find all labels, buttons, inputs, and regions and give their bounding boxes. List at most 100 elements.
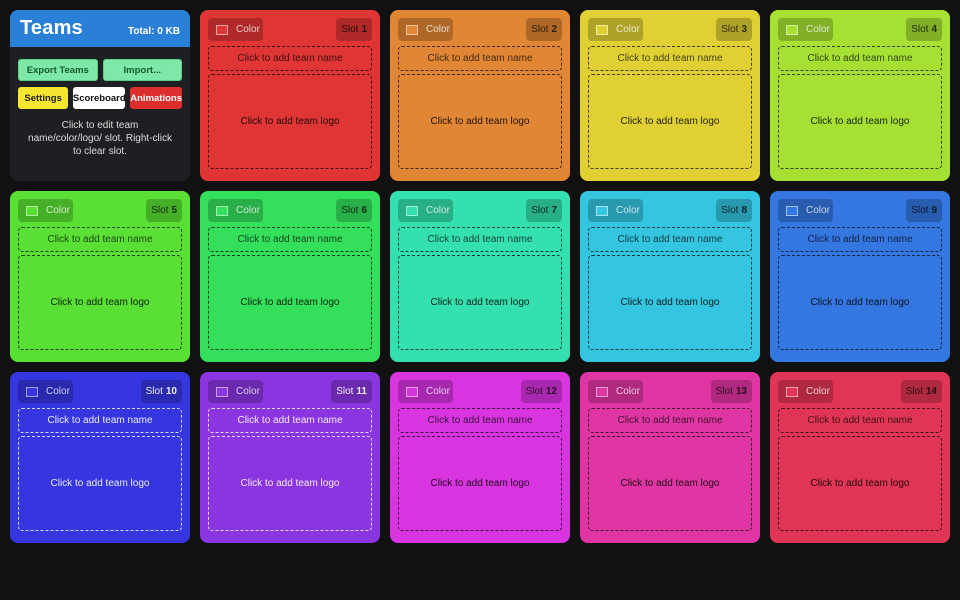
color-picker-button[interactable]: Color xyxy=(588,199,643,222)
team-name-field[interactable]: Click to add team name xyxy=(18,408,182,433)
team-logo-dropzone[interactable]: Click to add team logo xyxy=(778,74,942,169)
color-picker-button[interactable]: Color xyxy=(398,199,453,222)
team-logo-dropzone[interactable]: Click to add team logo xyxy=(778,255,942,350)
scoreboard-button[interactable]: Scoreboard xyxy=(73,87,126,109)
team-name-field[interactable]: Click to add team name xyxy=(208,408,372,433)
slot-badge[interactable]: Slot 2 xyxy=(526,18,562,41)
team-logo-dropzone[interactable]: Click to add team logo xyxy=(208,74,372,169)
color-swatch xyxy=(26,386,38,397)
color-picker-button[interactable]: Color xyxy=(588,380,643,403)
team-card[interactable]: Color Slot 7 Click to add team name Clic… xyxy=(390,191,570,362)
slot-badge[interactable]: Slot 5 xyxy=(146,199,182,222)
color-picker-button[interactable]: Color xyxy=(18,380,73,403)
team-card[interactable]: Color Slot 8 Click to add team name Clic… xyxy=(580,191,760,362)
team-card[interactable]: Color Slot 14 Click to add team name Cli… xyxy=(770,372,950,543)
color-label: Color xyxy=(236,205,260,216)
slot-badge[interactable]: Slot 10 xyxy=(140,380,182,403)
team-logo-dropzone[interactable]: Click to add team logo xyxy=(398,255,562,350)
color-picker-button[interactable]: Color xyxy=(588,18,643,41)
team-card[interactable]: Color Slot 9 Click to add team name Clic… xyxy=(770,191,950,362)
team-name-field[interactable]: Click to add team name xyxy=(778,46,942,71)
slot-prefix: Slot xyxy=(336,386,354,397)
team-logo-dropzone[interactable]: Click to add team logo xyxy=(18,436,182,531)
team-card[interactable]: Color Slot 2 Click to add team name Clic… xyxy=(390,10,570,181)
color-picker-button[interactable]: Color xyxy=(778,18,833,41)
slot-prefix: Slot xyxy=(531,205,549,216)
team-card[interactable]: Color Slot 10 Click to add team name Cli… xyxy=(10,372,190,543)
team-card[interactable]: Color Slot 3 Click to add team name Clic… xyxy=(580,10,760,181)
team-logo-dropzone[interactable]: Click to add team logo xyxy=(588,255,752,350)
team-logo-dropzone[interactable]: Click to add team logo xyxy=(208,436,372,531)
slot-badge[interactable]: Slot 1 xyxy=(336,18,372,41)
team-card[interactable]: Color Slot 1 Click to add team name Clic… xyxy=(200,10,380,181)
color-swatch xyxy=(596,386,608,397)
color-label: Color xyxy=(426,24,450,35)
slot-badge[interactable]: Slot 7 xyxy=(526,199,562,222)
slot-badge[interactable]: Slot 6 xyxy=(336,199,372,222)
team-name-field[interactable]: Click to add team name xyxy=(398,408,562,433)
team-logo-dropzone[interactable]: Click to add team logo xyxy=(18,255,182,350)
team-name-field[interactable]: Click to add team name xyxy=(588,227,752,252)
slot-prefix: Slot xyxy=(525,386,543,397)
team-card[interactable]: Color Slot 4 Click to add team name Clic… xyxy=(770,10,950,181)
team-card[interactable]: Color Slot 5 Click to add team name Clic… xyxy=(10,191,190,362)
slot-badge[interactable]: Slot 12 xyxy=(520,380,562,403)
settings-button[interactable]: Settings xyxy=(18,87,69,109)
slot-number: 2 xyxy=(551,24,557,35)
color-picker-button[interactable]: Color xyxy=(398,18,453,41)
team-name-field[interactable]: Click to add team name xyxy=(778,227,942,252)
color-picker-button[interactable]: Color xyxy=(208,380,263,403)
team-name-field[interactable]: Click to add team name xyxy=(398,227,562,252)
color-swatch xyxy=(596,24,608,35)
slot-number: 5 xyxy=(171,205,177,216)
slot-badge[interactable]: Slot 8 xyxy=(716,199,752,222)
export-teams-button[interactable]: Export Teams xyxy=(18,59,98,81)
import-button[interactable]: Import... xyxy=(102,59,182,81)
team-logo-dropzone[interactable]: Click to add team logo xyxy=(588,74,752,169)
team-logo-dropzone[interactable]: Click to add team logo xyxy=(398,436,562,531)
slot-badge[interactable]: Slot 4 xyxy=(906,18,942,41)
slot-number: 10 xyxy=(165,386,177,397)
team-card[interactable]: Color Slot 13 Click to add team name Cli… xyxy=(580,372,760,543)
slot-number: 3 xyxy=(741,24,747,35)
team-name-field[interactable]: Click to add team name xyxy=(208,46,372,71)
team-logo-dropzone[interactable]: Click to add team logo xyxy=(588,436,752,531)
color-swatch xyxy=(786,386,798,397)
team-name-field[interactable]: Click to add team name xyxy=(208,227,372,252)
animations-button[interactable]: Animations xyxy=(130,87,182,109)
team-name-field[interactable]: Click to add team name xyxy=(588,408,752,433)
team-name-field[interactable]: Click to add team name xyxy=(398,46,562,71)
team-name-field[interactable]: Click to add team name xyxy=(588,46,752,71)
color-label: Color xyxy=(616,24,640,35)
team-name-field[interactable]: Click to add team name xyxy=(778,408,942,433)
team-card[interactable]: Color Slot 6 Click to add team name Clic… xyxy=(200,191,380,362)
slot-prefix: Slot xyxy=(721,24,739,35)
color-swatch xyxy=(26,205,38,216)
team-card[interactable]: Color Slot 12 Click to add team name Cli… xyxy=(390,372,570,543)
color-swatch xyxy=(216,386,228,397)
color-picker-button[interactable]: Color xyxy=(208,199,263,222)
team-name-field[interactable]: Click to add team name xyxy=(18,227,182,252)
color-picker-button[interactable]: Color xyxy=(208,18,263,41)
team-card[interactable]: Color Slot 11 Click to add team name Cli… xyxy=(200,372,380,543)
color-swatch xyxy=(786,24,798,35)
color-picker-button[interactable]: Color xyxy=(398,380,453,403)
slot-badge[interactable]: Slot 11 xyxy=(331,380,372,403)
slot-badge[interactable]: Slot 9 xyxy=(906,199,942,222)
color-picker-button[interactable]: Color xyxy=(18,199,73,222)
slot-badge[interactable]: Slot 3 xyxy=(716,18,752,41)
slot-number: 7 xyxy=(551,205,557,216)
color-picker-button[interactable]: Color xyxy=(778,380,833,403)
slot-number: 13 xyxy=(735,386,747,397)
team-logo-dropzone[interactable]: Click to add team logo xyxy=(778,436,942,531)
color-picker-button[interactable]: Color xyxy=(778,199,833,222)
color-swatch xyxy=(786,205,798,216)
slot-badge[interactable]: Slot 13 xyxy=(710,380,752,403)
slot-prefix: Slot xyxy=(151,205,169,216)
slot-badge[interactable]: Slot 14 xyxy=(900,380,942,403)
team-logo-dropzone[interactable]: Click to add team logo xyxy=(208,255,372,350)
color-label: Color xyxy=(426,386,450,397)
team-logo-dropzone[interactable]: Click to add team logo xyxy=(398,74,562,169)
teams-grid: Teams Total: 0 KB Export Teams Import...… xyxy=(10,10,950,543)
slot-prefix: Slot xyxy=(145,386,163,397)
